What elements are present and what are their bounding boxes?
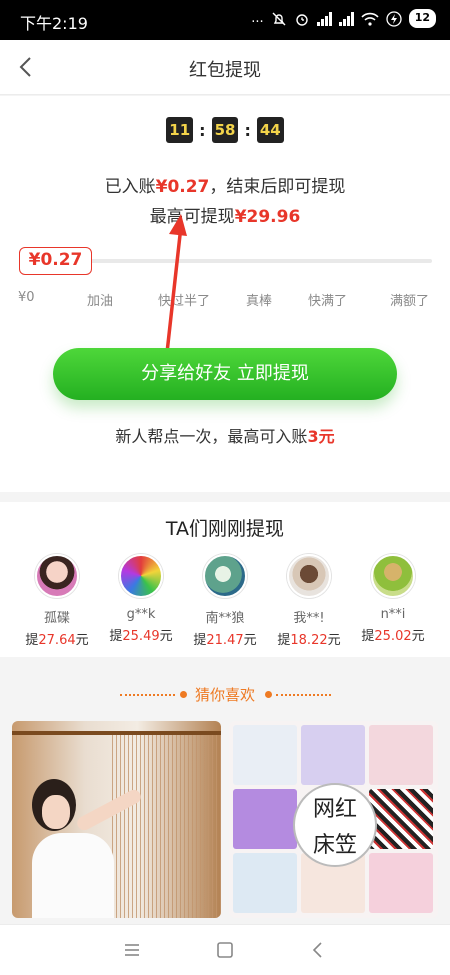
user-amount: 提25.02元 [350, 625, 436, 644]
sheet-tile [301, 725, 365, 785]
cta-note-amount: 3元 [307, 427, 335, 446]
user-name: n**i [380, 607, 406, 622]
amount-prefix: 提 [361, 629, 375, 644]
status-bar: 下午2:19 ... 12 [0, 0, 450, 40]
balance-prefix: 已入账 [104, 177, 156, 197]
amount-value: 18.22 [290, 633, 328, 648]
amount-unit: 元 [327, 633, 341, 648]
charging-icon [386, 10, 402, 27]
max-withdraw-line: 最高可提现¥29.96 [0, 202, 450, 227]
person-body [32, 833, 114, 918]
countdown-separator: : [199, 120, 206, 140]
user-name: 我**! [293, 611, 325, 626]
countdown-timer: 11 : 58 : 44 [0, 117, 450, 143]
signal-icon-1 [316, 11, 332, 26]
progress-track [36, 259, 432, 263]
nav-bar: 红包提现 [0, 40, 450, 95]
user-amount: 提27.64元 [14, 629, 100, 648]
user-item: n**i 提25.02元 [350, 554, 436, 644]
amount-prefix: 提 [109, 629, 123, 644]
wifi-icon [361, 12, 379, 26]
amount-value: 21.47 [206, 633, 244, 648]
mute-icon [272, 12, 286, 25]
alarm-icon [295, 13, 308, 26]
amount-value: 27.64 [38, 633, 76, 648]
amount-value: 25.49 [122, 629, 160, 644]
divider [276, 694, 331, 696]
user-name: 南**狼 [205, 611, 245, 626]
user-name: 孤碟 [43, 611, 70, 626]
product-badge: 网红 床笠 [293, 783, 377, 867]
progress-milestones: ¥0 加油 快过半了 真棒 快满了 满额了 [0, 290, 450, 310]
page-title: 红包提现 [189, 60, 261, 81]
user-amount: 提21.47元 [182, 629, 268, 648]
amount-unit: 元 [243, 633, 257, 648]
share-withdraw-button[interactable]: 分享给好友 立即提现 [53, 348, 397, 400]
guess-you-like-header: 猜你喜欢 [0, 670, 450, 720]
menu-icon[interactable] [122, 940, 142, 960]
person-face [42, 795, 70, 829]
user-item: 南**狼 提21.47元 [182, 554, 268, 648]
user-list: 孤碟 提27.64元 g**k 提25.49元 南**狼 提21.47元 我**… [0, 554, 450, 654]
max-amount: ¥29.96 [234, 207, 301, 227]
countdown-seconds: 44 [256, 117, 284, 143]
avatar [287, 554, 331, 598]
progress-bubble: ¥0.27 [19, 247, 92, 275]
divider-dot [265, 691, 272, 698]
notification-dots: ... [251, 11, 264, 26]
sheet-tile [369, 789, 433, 849]
user-item: g**k 提25.49元 [98, 554, 184, 644]
sheet-tile [369, 725, 433, 785]
user-amount: 提18.22元 [266, 629, 352, 648]
sheet-tile [233, 789, 297, 849]
amount-unit: 元 [75, 633, 89, 648]
product-card-curtain[interactable] [12, 721, 221, 918]
avatar [35, 554, 79, 598]
cta-note: 新人帮点一次，最高可入账3元 [0, 423, 450, 447]
user-name: g**k [126, 607, 156, 622]
user-amount: 提25.49元 [98, 625, 184, 644]
withdraw-card: 11 : 58 : 44 已入账¥0.27，结束后即可提现 最高可提现¥29.9… [0, 96, 450, 492]
user-item: 孤碟 提27.64元 [14, 554, 100, 648]
countdown-minutes: 58 [211, 117, 239, 143]
status-time: 下午2:19 [20, 14, 88, 33]
cta-note-prefix: 新人帮点一次，最高可入账 [115, 427, 308, 446]
product-card-sheet[interactable]: 网红 床笠 [229, 721, 438, 918]
milestone-label: ¥0 [18, 290, 35, 305]
battery-icon: 12 [408, 9, 436, 28]
amount-prefix: 提 [193, 633, 207, 648]
amount-prefix: 提 [25, 633, 39, 648]
amount-unit: 元 [159, 629, 173, 644]
balance-amount: ¥0.27 [155, 177, 210, 197]
status-icons: ... 12 [251, 9, 436, 28]
milestone-label: 满额了 [390, 294, 430, 309]
guess-title: 猜你喜欢 [194, 686, 255, 704]
sheet-tile [233, 853, 297, 913]
amount-value: 25.02 [374, 629, 412, 644]
sheet-tile [233, 725, 297, 785]
amount-unit: 元 [411, 629, 425, 644]
curtain-strings [112, 735, 221, 918]
recent-withdrawals: TA们刚刚提现 孤碟 提27.64元 g**k 提25.49元 南**狼 提21… [0, 502, 450, 657]
milestone-label: 真棒 [246, 294, 273, 309]
sheet-tile [369, 853, 433, 913]
countdown-separator: : [244, 120, 251, 140]
square-home-icon[interactable] [215, 940, 235, 960]
avatar [371, 554, 415, 598]
amount-prefix: 提 [277, 633, 291, 648]
recent-title: TA们刚刚提现 [165, 518, 285, 540]
system-nav-bar [0, 924, 450, 975]
badge-line2: 床笠 [312, 833, 357, 858]
milestone-label: 快满了 [308, 294, 348, 309]
triangle-back-icon[interactable] [308, 940, 328, 960]
countdown-hours: 11 [166, 117, 194, 143]
signal-icon-2 [338, 11, 354, 26]
avatar [203, 554, 247, 598]
badge-line1: 网红 [312, 797, 357, 822]
milestone-label: 加油 [87, 294, 114, 309]
balance-line: 已入账¥0.27，结束后即可提现 [0, 172, 450, 197]
balance-suffix: ，结束后即可提现 [209, 177, 346, 197]
avatar [119, 554, 163, 598]
user-item: 我**! 提18.22元 [266, 554, 352, 648]
